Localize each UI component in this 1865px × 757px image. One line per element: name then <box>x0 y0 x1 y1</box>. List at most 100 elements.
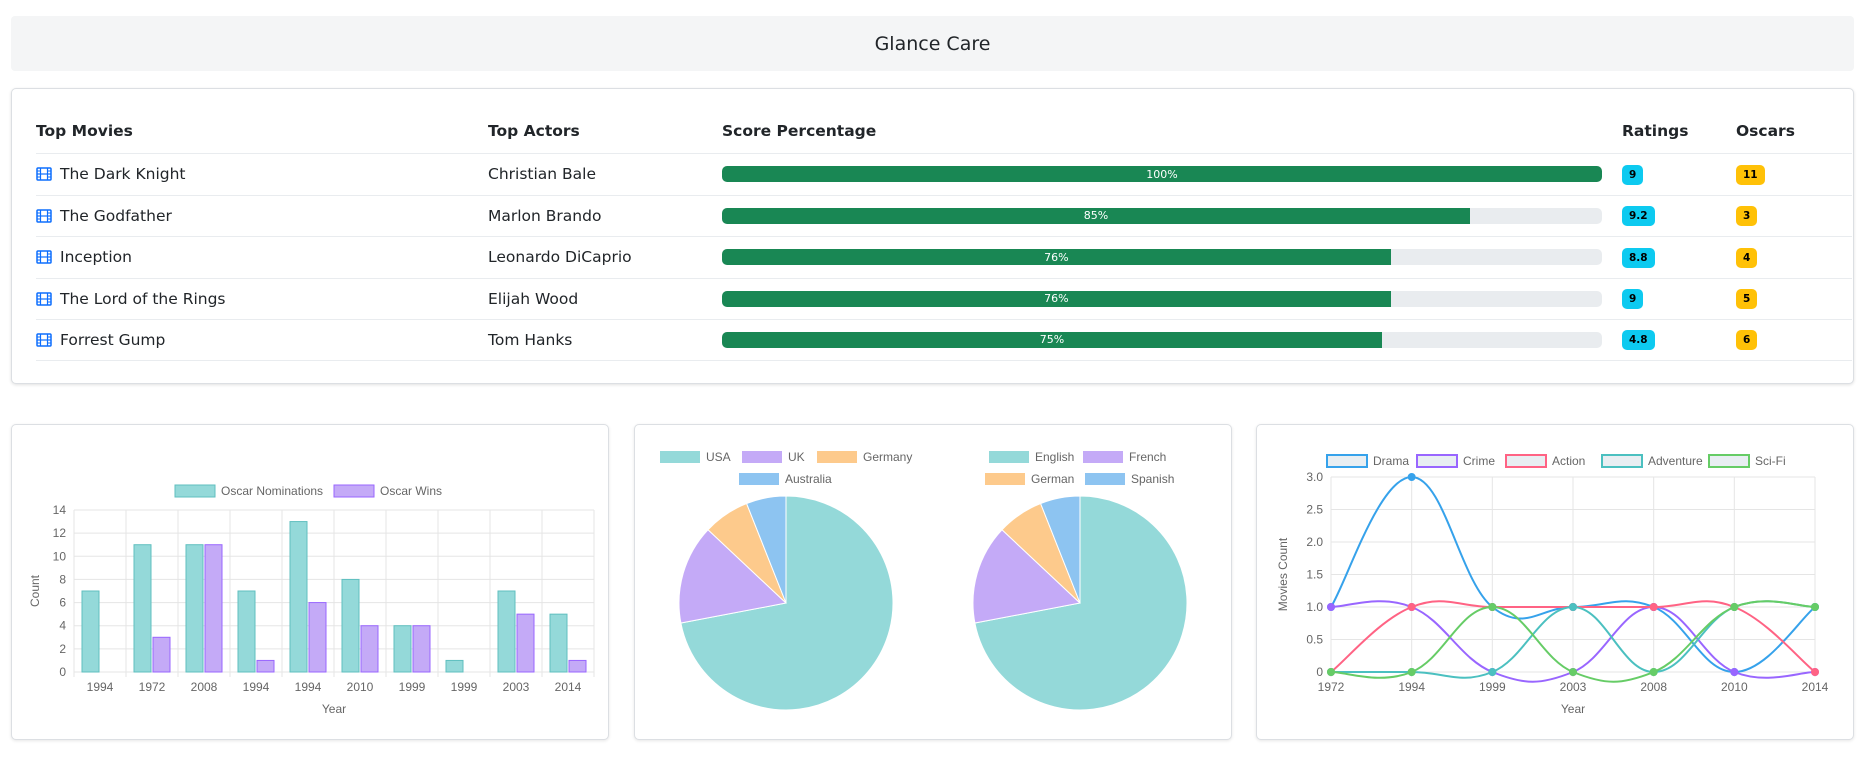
data-point[interactable] <box>1488 603 1497 611</box>
wins-bar[interactable] <box>256 659 275 673</box>
wins-bar[interactable] <box>152 636 171 673</box>
nominations-bar[interactable] <box>81 590 100 673</box>
wins-bar[interactable] <box>568 659 587 673</box>
legend-swatch[interactable] <box>333 484 375 498</box>
score-cell: 76% <box>722 290 1622 307</box>
pie-chart: USA UK Germany Australia <box>660 450 912 711</box>
app-title: Glance Care <box>874 32 991 55</box>
legend-swatch[interactable] <box>1708 454 1750 468</box>
x-tick-label: 2014 <box>1802 680 1829 694</box>
data-point[interactable] <box>1569 668 1577 676</box>
legend-label: Oscar Nominations <box>221 484 323 498</box>
rating-badge: 4.8 <box>1622 330 1655 351</box>
pie-legend: USA UK Germany Australia <box>660 450 912 486</box>
oscars-badge: 3 <box>1736 206 1758 227</box>
score-progress: 100% <box>722 166 1602 183</box>
legend-label: English <box>1035 450 1074 464</box>
nominations-bar[interactable] <box>445 659 464 673</box>
legend-label: UK <box>788 450 805 464</box>
table-row: The Dark Knight Christian Bale 100% 9 11 <box>36 153 1852 195</box>
legend-swatch[interactable] <box>1416 454 1458 468</box>
data-point[interactable] <box>1407 473 1416 481</box>
movie-title: The Godfather <box>60 206 172 225</box>
x-tick-label: 1972 <box>1318 680 1345 694</box>
wins-bar[interactable] <box>360 625 379 673</box>
wins-bar[interactable] <box>204 544 223 673</box>
movie-cell: Inception <box>36 248 488 266</box>
nominations-bar[interactable] <box>237 590 256 673</box>
nominations-bar[interactable] <box>289 521 308 673</box>
x-tick-label: 2003 <box>1560 680 1587 694</box>
legend-swatch[interactable] <box>174 484 216 498</box>
data-point[interactable] <box>1811 668 1819 676</box>
data-point[interactable] <box>1407 668 1416 676</box>
pie-legend: English French German Spanish <box>985 450 1174 486</box>
x-axis-title: Year <box>1561 702 1585 716</box>
y-axis-title: Movies Count <box>1276 537 1290 611</box>
rating-badge: 9 <box>1622 164 1644 185</box>
nominations-bar[interactable] <box>185 544 204 673</box>
legend-swatch[interactable] <box>1505 454 1547 468</box>
legend-swatch[interactable] <box>1601 454 1643 468</box>
rating-cell: 9.2 <box>1622 205 1736 227</box>
legend-swatch[interactable] <box>660 451 700 463</box>
score-cell: 76% <box>722 249 1622 266</box>
genre-line-chart: Drama Crime Action Adventure Sci-Fi 0 0.5 1.0 1.… <box>1276 454 1829 716</box>
data-point[interactable] <box>1730 668 1739 676</box>
legend-swatch[interactable] <box>1085 473 1125 485</box>
header-score-percentage: Score Percentage <box>722 122 877 140</box>
wins-bar[interactable] <box>308 602 327 673</box>
y-tick-label: 6 <box>59 596 66 610</box>
legend-swatch[interactable] <box>742 451 782 463</box>
wins-bar[interactable] <box>516 613 535 673</box>
nominations-bar[interactable] <box>393 625 412 673</box>
oscars-cell: 4 <box>1736 247 1852 268</box>
data-point[interactable] <box>1327 668 1335 676</box>
table-row: The Lord of the Rings Elijah Wood 76% 9 5 <box>36 277 1852 320</box>
score-progress-bar: 100% <box>722 166 1602 183</box>
y-tick-label: 0.5 <box>1306 633 1323 647</box>
rating-cell: 9 <box>1622 288 1736 310</box>
legend-label: German <box>1031 472 1074 486</box>
x-tick-label: 2008 <box>191 680 218 694</box>
data-point[interactable] <box>1407 603 1416 611</box>
legend-swatch[interactable] <box>739 473 779 485</box>
y-tick-label: 1.5 <box>1306 568 1323 582</box>
legend-swatch[interactable] <box>817 451 857 463</box>
y-tick-label: 2.5 <box>1306 503 1323 517</box>
wins-bar[interactable] <box>412 625 431 673</box>
nominations-bar[interactable] <box>549 613 568 673</box>
legend-label: Adventure <box>1648 454 1703 468</box>
nominations-bar[interactable] <box>497 590 516 673</box>
data-point[interactable] <box>1730 603 1739 611</box>
data-point[interactable] <box>1649 668 1658 676</box>
table-body: The Dark Knight Christian Bale 100% 9 11 The … <box>36 153 1852 361</box>
legend-swatch[interactable] <box>989 451 1029 463</box>
legend-label: Sci-Fi <box>1755 454 1786 468</box>
y-tick-label: 14 <box>53 503 67 517</box>
legend-swatch[interactable] <box>1326 454 1368 468</box>
data-point[interactable] <box>1569 603 1577 611</box>
y-tick-label: 1.0 <box>1306 600 1323 614</box>
film-icon <box>36 292 52 306</box>
data-point[interactable] <box>1327 603 1335 611</box>
nominations-bar[interactable] <box>133 544 152 673</box>
app-header: Glance Care <box>11 16 1854 71</box>
y-axis-title: Count <box>28 574 42 607</box>
oscars-cell: 6 <box>1736 329 1852 351</box>
legend-label: Spanish <box>1131 472 1174 486</box>
score-progress: 76% <box>722 290 1602 307</box>
data-point[interactable] <box>1811 603 1819 611</box>
x-tick-label: 1994 <box>243 680 270 694</box>
rating-badge: 9 <box>1622 289 1644 310</box>
x-tick-label: 1994 <box>295 680 322 694</box>
data-point[interactable] <box>1649 603 1658 611</box>
oscars-badge: 6 <box>1736 330 1758 351</box>
y-tick-label: 10 <box>53 549 67 563</box>
data-point[interactable] <box>1488 668 1497 676</box>
bar-chart-legend: Oscar Nominations Oscar Wins <box>174 484 442 498</box>
nominations-bar[interactable] <box>341 578 360 673</box>
legend-swatch[interactable] <box>985 473 1025 485</box>
y-tick-label: 0 <box>1316 665 1323 679</box>
legend-swatch[interactable] <box>1083 451 1123 463</box>
